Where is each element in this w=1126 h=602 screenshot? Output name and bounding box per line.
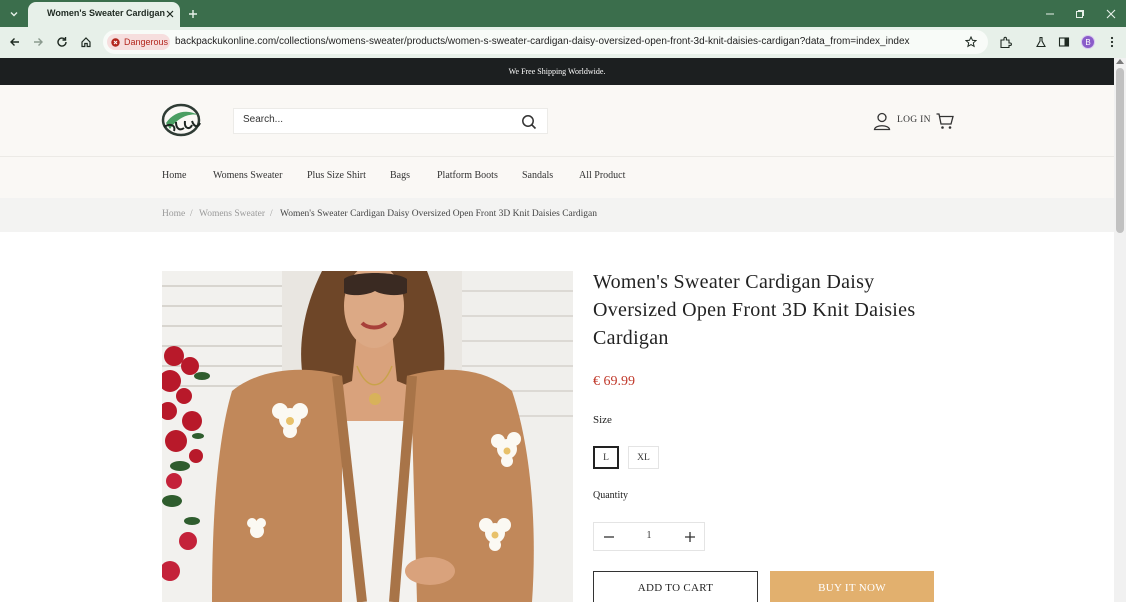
page-viewport: We Free Shipping Worldwide. LOG IN Home … — [0, 58, 1126, 602]
add-to-cart-button[interactable]: ADD TO CART — [593, 571, 758, 602]
window-close-icon[interactable] — [1103, 6, 1119, 22]
minus-icon[interactable] — [602, 530, 616, 544]
nav-item-plus-size-shirt[interactable]: Plus Size Shirt — [307, 170, 366, 181]
size-option-xl[interactable]: XL — [628, 446, 659, 469]
buy-now-button[interactable]: BUY IT NOW — [770, 571, 934, 602]
nav-item-platform-boots[interactable]: Platform Boots — [437, 170, 498, 181]
lab-flask-icon[interactable] — [1033, 34, 1049, 50]
product-title: Women's Sweater Cardigan Daisy Oversized… — [593, 271, 916, 349]
store-logo[interactable] — [160, 101, 202, 139]
search-icon[interactable] — [520, 113, 538, 131]
size-label: Size — [593, 414, 612, 426]
breadcrumb: Home / Womens Sweater / Women's Sweater … — [0, 198, 1114, 232]
browser-tab[interactable]: Women's Sweater Cardigan Da — [28, 2, 180, 27]
scrollbar-thumb[interactable] — [1116, 68, 1124, 233]
plus-icon[interactable] — [683, 530, 697, 544]
bookmark-star-icon[interactable] — [963, 34, 979, 50]
tab-title: Women's Sweater Cardigan Da — [47, 8, 167, 18]
search-input[interactable] — [243, 114, 503, 125]
announcement-bar: We Free Shipping Worldwide. — [0, 58, 1114, 85]
nav-item-all-product[interactable]: All Product — [579, 170, 625, 181]
home-icon[interactable] — [78, 34, 94, 50]
tab-close-icon[interactable] — [163, 7, 177, 21]
new-tab-icon[interactable] — [185, 6, 201, 22]
reload-icon[interactable] — [54, 34, 70, 50]
forward-icon[interactable] — [30, 34, 46, 50]
browser-menu-icon[interactable] — [1104, 34, 1120, 50]
nav-item-bags[interactable]: Bags — [390, 170, 410, 181]
site-header: LOG IN — [0, 85, 1114, 157]
breadcrumb-separator: / — [270, 209, 273, 219]
url-text[interactable]: backpackukonline.com/collections/womens-… — [175, 36, 910, 47]
browser-tab-strip: Women's Sweater Cardigan Da — [0, 0, 1126, 27]
security-chip[interactable]: Dangerous — [107, 34, 170, 50]
cart-icon[interactable] — [935, 111, 955, 131]
browser-toolbar: Dangerous backpackukonline.com/collectio… — [0, 27, 1126, 58]
nav-item-sandals[interactable]: Sandals — [522, 170, 553, 181]
breadcrumb-current: Women's Sweater Cardigan Daisy Oversized… — [280, 209, 598, 219]
quantity-label: Quantity — [593, 490, 628, 501]
extensions-icon[interactable] — [997, 34, 1013, 50]
login-link[interactable]: LOG IN — [897, 115, 931, 125]
size-option-l[interactable]: L — [593, 446, 619, 469]
search-box — [233, 108, 548, 134]
restore-icon[interactable] — [1072, 6, 1088, 22]
danger-icon — [111, 37, 120, 47]
quantity-stepper: 1 — [593, 522, 705, 551]
tab-search-icon[interactable] — [6, 6, 22, 22]
security-label: Dangerous — [124, 37, 169, 47]
product-image[interactable] — [162, 271, 573, 602]
quantity-value[interactable]: 1 — [634, 530, 664, 541]
nav-item-home[interactable]: Home — [162, 170, 186, 181]
back-icon[interactable] — [7, 34, 23, 50]
breadcrumb-category[interactable]: Womens Sweater — [199, 209, 265, 219]
minimize-icon[interactable] — [1042, 6, 1058, 22]
side-panel-icon[interactable] — [1056, 34, 1072, 50]
nav-item-womens-sweater[interactable]: Womens Sweater — [213, 170, 282, 181]
page-scrollbar[interactable] — [1114, 58, 1126, 602]
scroll-up-arrow-icon[interactable] — [1116, 59, 1124, 64]
product-price: € 69.99 — [593, 374, 635, 389]
breadcrumb-separator: / — [190, 209, 193, 219]
profile-avatar[interactable]: B — [1081, 35, 1095, 49]
address-bar[interactable]: Dangerous backpackukonline.com/collectio… — [103, 30, 988, 54]
account-icon[interactable] — [872, 111, 892, 131]
main-navigation: Home Womens Sweater Plus Size Shirt Bags… — [0, 157, 1114, 198]
breadcrumb-home[interactable]: Home — [162, 209, 185, 219]
